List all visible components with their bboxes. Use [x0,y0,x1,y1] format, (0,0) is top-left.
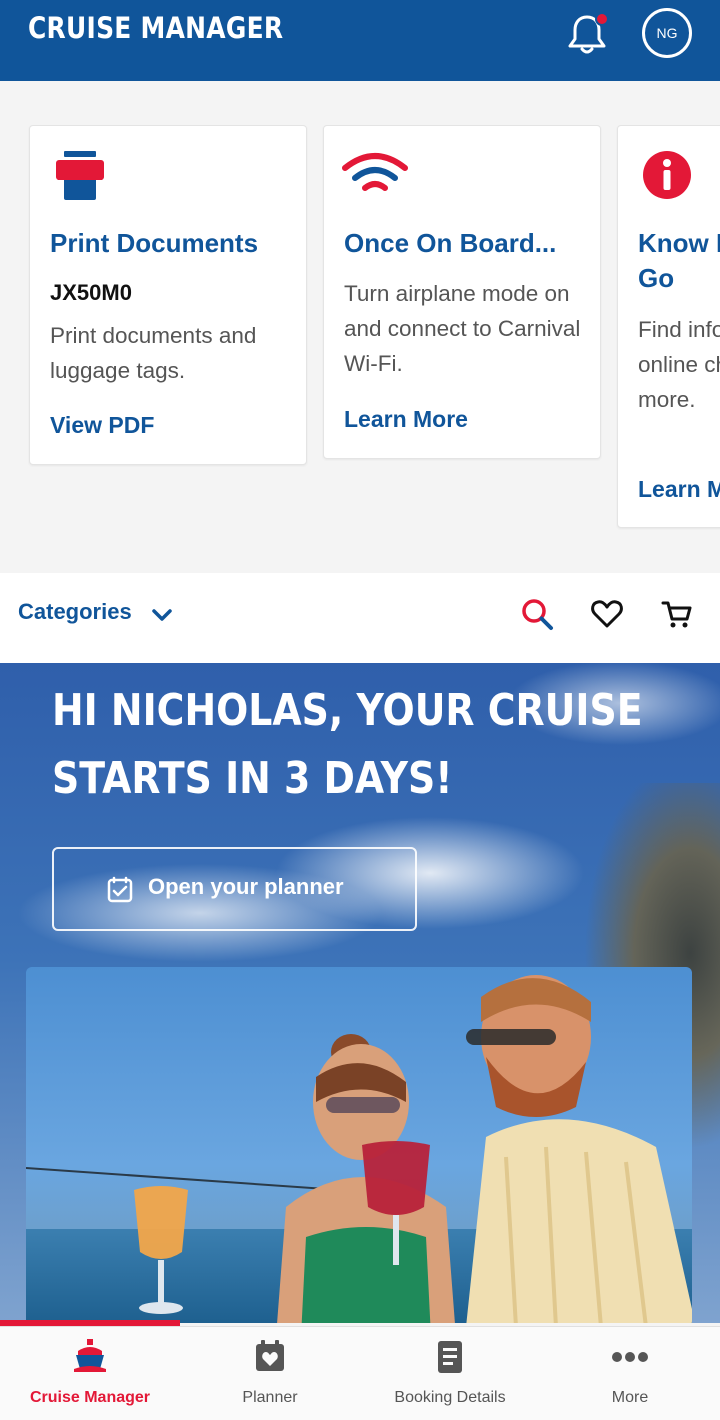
ship-icon [74,1339,106,1372]
card-description: Turn airplane mode on and connect to Car… [344,281,581,376]
bottom-navigation: Cruise Manager Planner Booking Details M… [0,1326,720,1420]
card-print-documents[interactable]: Print Documents JX50M0 Print documents a… [29,125,307,465]
nav-label: More [611,1389,649,1406]
calendar-heart-icon [256,1340,284,1371]
nav-label: Booking Details [394,1389,506,1406]
printer-icon [56,151,104,200]
chevron-down-icon[interactable] [150,603,174,627]
more-dots-icon [612,1352,648,1362]
man-figure [466,975,692,1323]
app-header: CRUISE MANAGER NG [0,0,720,81]
hero-greeting-line2: STARTS IN 3 DAYS! [52,753,453,804]
hero-greeting-line1: HI NICHOLAS, YOUR CRUISE [52,685,643,736]
learn-more-link[interactable]: Learn More [638,476,720,503]
cruise-manager-screen: CRUISE MANAGER NG Print Documents JX50M0… [0,0,720,1420]
heart-icon[interactable] [590,597,624,631]
card-title: Once On Board... [344,228,557,258]
info-icon [643,151,691,199]
open-planner-button[interactable]: Open your planner [52,847,417,931]
cart-icon[interactable] [660,597,694,631]
category-bar: Categories [0,573,720,663]
learn-more-link[interactable]: Learn More [344,406,468,433]
card-know-before-you-go[interactable]: Know Before You Go Find info on travel d… [617,125,720,528]
user-avatar[interactable]: NG [642,8,692,58]
couple-toasting-photo [26,967,692,1323]
card-title: Print Documents [50,228,259,258]
view-pdf-link[interactable]: View PDF [50,412,154,439]
nav-label: Planner [242,1389,298,1406]
categories-dropdown[interactable]: Categories [18,599,132,625]
document-icon [438,1341,462,1373]
card-once-on-board[interactable]: Once On Board... Turn airplane mode on a… [323,125,601,459]
card-title: Know Before You Go [638,228,720,293]
nav-booking-details[interactable]: Booking Details [360,1327,540,1420]
app-title: CRUISE MANAGER [28,11,284,45]
nav-planner[interactable]: Planner [180,1327,360,1420]
nav-more[interactable]: More [540,1327,720,1420]
search-icon[interactable] [520,597,554,631]
welcome-hero-banner: HI NICHOLAS, YOUR CRUISE STARTS IN 3 DAY… [0,663,720,1323]
nav-cruise-manager[interactable]: Cruise Manager [0,1327,180,1420]
card-description: Print documents and luggage tags. [50,323,257,383]
notification-badge [595,12,609,26]
red-drink-glass [362,1141,430,1265]
orange-drink-glass [134,1186,188,1314]
card-description: Find info on travel docs, online check-i… [638,317,720,412]
info-cards-carousel[interactable]: Print Documents JX50M0 Print documents a… [0,81,720,573]
hero-greeting: HI NICHOLAS, YOUR CRUISE STARTS IN 3 DAY… [52,677,643,813]
wifi-icon [342,153,408,191]
nav-label: Cruise Manager [29,1389,151,1406]
open-planner-label: Open your planner [148,874,344,899]
checkbox-calendar-icon [107,876,133,903]
booking-code: JX50M0 [50,280,132,305]
